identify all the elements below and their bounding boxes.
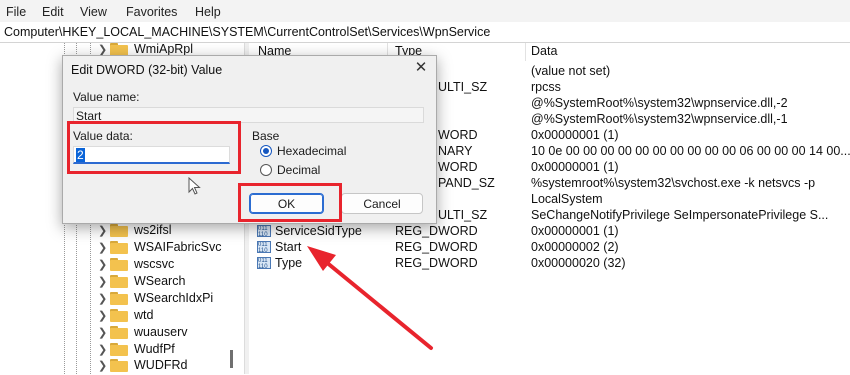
decimal-label[interactable]: Decimal <box>277 163 320 177</box>
address-bar[interactable]: Computer\HKEY_LOCAL_MACHINE\SYSTEM\Curre… <box>0 22 850 43</box>
registry-binary-icon: 011 110 <box>257 241 271 253</box>
chevron-right-icon[interactable]: ❯ <box>98 309 107 322</box>
menu-file[interactable]: File <box>6 5 26 19</box>
chevron-right-icon[interactable]: ❯ <box>98 224 107 237</box>
tree-item[interactable]: ❯ WSearch <box>98 273 238 291</box>
column-data[interactable]: Data <box>531 44 557 62</box>
folder-icon <box>110 309 128 322</box>
table-row[interactable]: 011 110 Type REG_DWORD 0x00000020 (32) <box>249 255 850 271</box>
tree-item[interactable]: ❯ ws2ifsl <box>98 222 238 240</box>
tree-item[interactable]: ❯ wscsvc <box>98 256 238 274</box>
value-data-highlight <box>67 121 241 174</box>
hexadecimal-label[interactable]: Hexadecimal <box>277 144 346 158</box>
folder-icon <box>110 241 128 254</box>
chevron-right-icon[interactable]: ❯ <box>98 258 107 271</box>
chevron-right-icon[interactable]: ❯ <box>98 241 107 254</box>
base-group-label: Base <box>252 129 280 143</box>
menu-edit[interactable]: Edit <box>42 5 64 19</box>
column-separator[interactable] <box>525 43 526 61</box>
ok-button-highlight <box>238 183 342 222</box>
tree-item[interactable] <box>98 359 238 374</box>
folder-icon <box>110 326 128 339</box>
registry-binary-icon: 011 110 <box>257 257 271 269</box>
folder-icon <box>110 224 128 237</box>
table-row[interactable]: 011 110 ServiceSidType REG_DWORD 0x000000… <box>249 223 850 239</box>
chevron-right-icon[interactable]: ❯ <box>98 292 107 305</box>
close-icon[interactable]: ✕ <box>412 59 430 77</box>
table-row[interactable]: 011 110 Start REG_DWORD 0x00000002 (2) <box>249 239 850 255</box>
menu-help[interactable]: Help <box>195 5 221 19</box>
registry-binary-icon: 011 110 <box>257 225 271 237</box>
tree-item[interactable]: ❯ wtd <box>98 307 238 325</box>
menu-view[interactable]: View <box>80 5 107 19</box>
tree-item[interactable]: ❯ WSAIFabricSvc <box>98 239 238 257</box>
address-path[interactable]: Computer\HKEY_LOCAL_MACHINE\SYSTEM\Curre… <box>4 25 490 39</box>
folder-icon <box>110 258 128 271</box>
value-name-label: Value name: <box>73 90 140 104</box>
folder-icon <box>110 343 128 356</box>
folder-icon <box>110 275 128 288</box>
tree-scrollbar-thumb[interactable] <box>230 350 233 368</box>
hexadecimal-radio[interactable] <box>260 145 272 157</box>
dialog-title: Edit DWORD (32-bit) Value <box>71 63 223 77</box>
chevron-right-icon[interactable]: ❯ <box>98 343 107 356</box>
mouse-cursor-icon <box>188 177 201 195</box>
folder-icon <box>110 292 128 305</box>
tree-item[interactable]: ❯ wuauserv <box>98 324 238 342</box>
menu-bar: File Edit View Favorites Help <box>0 0 850 22</box>
chevron-right-icon[interactable]: ❯ <box>98 275 107 288</box>
chevron-right-icon[interactable]: ❯ <box>98 326 107 339</box>
menu-favorites[interactable]: Favorites <box>126 5 177 19</box>
tree-item[interactable]: ❯ WSearchIdxPi <box>98 290 238 308</box>
decimal-radio[interactable] <box>260 164 272 176</box>
cancel-button[interactable]: Cancel <box>341 193 423 214</box>
